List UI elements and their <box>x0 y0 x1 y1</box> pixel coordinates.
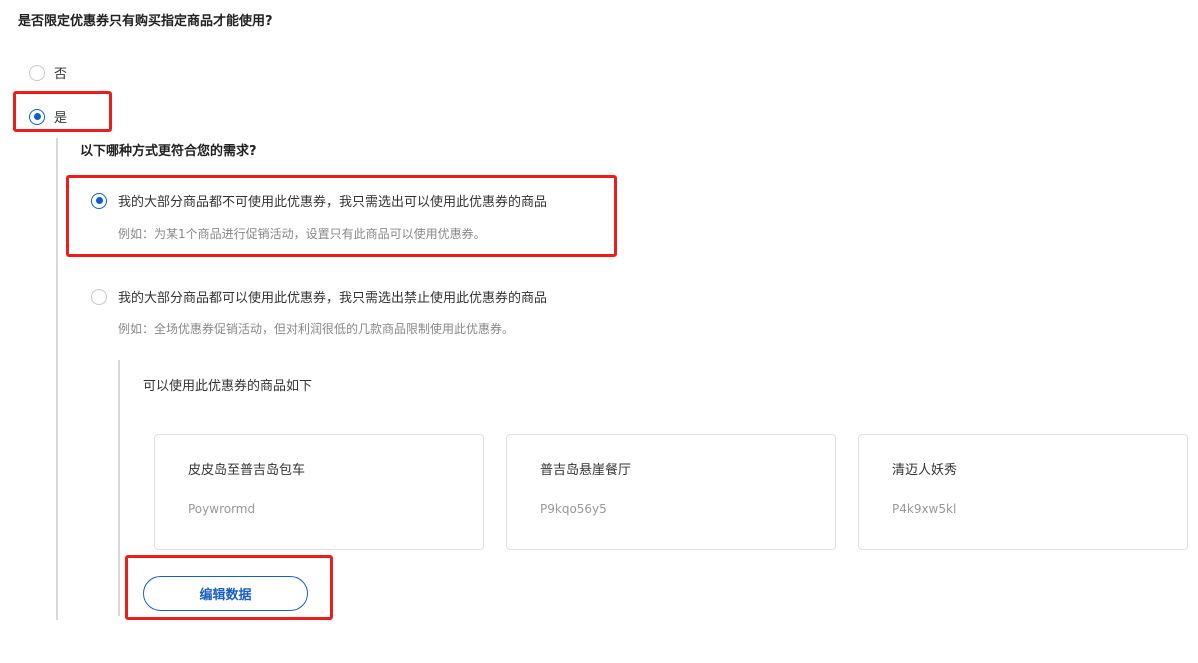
radio-no-label: 否 <box>54 67 68 82</box>
radio-exclude-label: 我的大部分商品都可以使用此优惠券，我只需选出禁止使用此优惠券的商品 <box>118 291 548 306</box>
product-name: 普吉岛悬崖餐厅 <box>540 463 632 478</box>
radio-include[interactable] <box>91 192 107 209</box>
products-title: 可以使用此优惠券的商品如下 <box>143 379 313 394</box>
radio-yes-label: 是 <box>54 111 68 126</box>
radio-exclude[interactable] <box>91 288 107 305</box>
nested-section-divider <box>56 138 58 620</box>
radio-option-yes[interactable]: 是 <box>29 107 67 126</box>
radio-yes[interactable] <box>29 108 45 125</box>
include-example-text: 例如：为某1个商品进行促销活动，设置只有此商品可以使用优惠券。 <box>118 227 486 241</box>
product-code: Poywrormd <box>188 502 256 516</box>
radio-include-label: 我的大部分商品都不可使用此优惠券，我只需选出可以使用此优惠券的商品 <box>118 195 548 210</box>
radio-option-exclude[interactable]: 我的大部分商品都可以使用此优惠券，我只需选出禁止使用此优惠券的商品 <box>91 287 547 306</box>
products-section-divider <box>118 360 120 616</box>
product-code: P4k9xw5kl <box>892 502 957 516</box>
radio-option-no[interactable]: 否 <box>29 63 67 82</box>
radio-no[interactable] <box>29 64 45 81</box>
product-name: 清迈人妖秀 <box>892 463 958 478</box>
sub-question-title: 以下哪种方式更符合您的需求? <box>80 144 257 159</box>
edit-data-button[interactable]: 编辑数据 <box>143 576 308 611</box>
product-card: 清迈人妖秀 P4k9xw5kl <box>858 434 1188 550</box>
question-title: 是否限定优惠券只有购买指定商品才能使用? <box>18 14 273 29</box>
highlight-box-include <box>66 175 617 257</box>
exclude-example-text: 例如：全场优惠券促销活动，但对利润很低的几款商品限制使用此优惠券。 <box>118 322 515 336</box>
product-code: P9kqo56y5 <box>540 502 607 516</box>
radio-option-include[interactable]: 我的大部分商品都不可使用此优惠券，我只需选出可以使用此优惠券的商品 <box>91 191 547 210</box>
product-name: 皮皮岛至普吉岛包车 <box>188 463 306 478</box>
product-card: 皮皮岛至普吉岛包车 Poywrormd <box>154 434 484 550</box>
product-card: 普吉岛悬崖餐厅 P9kqo56y5 <box>506 434 836 550</box>
